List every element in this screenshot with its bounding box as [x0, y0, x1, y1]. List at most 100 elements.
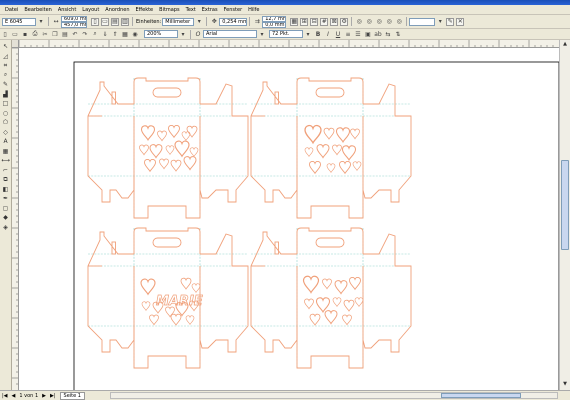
fill-tool-icon[interactable]: ◆ [1, 214, 10, 223]
paste-icon[interactable]: ▤ [61, 30, 69, 38]
last-page-icon[interactable]: ▶| [50, 393, 56, 399]
circle-icon[interactable]: ◎ [395, 18, 403, 26]
horizontal-ruler[interactable] [19, 40, 559, 48]
first-page-icon[interactable]: |◀ [2, 393, 8, 399]
import-icon[interactable]: ⇓ [101, 30, 109, 38]
corel-online-icon[interactable]: ◉ [131, 30, 139, 38]
dup-y-field[interactable]: 0,0 mm [262, 21, 287, 28]
menu-effekte[interactable]: Effekte [133, 5, 157, 15]
menu-bearbeiten[interactable]: Bearbeiten [21, 5, 54, 15]
nudge-field[interactable]: 0,254 mm [219, 17, 248, 26]
current-page-icon[interactable]: ▥ [121, 17, 129, 26]
menu-anordnen[interactable]: Anordnen [102, 5, 132, 15]
shape-tool-icon[interactable]: ◿ [1, 52, 10, 61]
freehand-tool-icon[interactable]: ✎ [1, 81, 10, 90]
bullet-icon[interactable]: ☰ [354, 30, 362, 38]
open-icon[interactable]: ▭ [11, 30, 19, 38]
horizontal-text-icon[interactable]: ⇆ [384, 30, 392, 38]
new-document-icon[interactable]: ▯ [1, 30, 9, 38]
launcher-icon[interactable]: ▦ [121, 30, 129, 38]
undo-icon[interactable]: ↶ [71, 30, 79, 38]
menu-datei[interactable]: Datei [2, 5, 21, 15]
crop-tool-icon[interactable]: ⌗ [1, 62, 10, 71]
ruler-corner[interactable] [12, 40, 19, 48]
scroll-thumb[interactable] [561, 160, 569, 250]
dropdown-arrow-icon[interactable]: ▾ [195, 18, 203, 26]
italic-icon[interactable]: I [324, 30, 332, 38]
print-icon[interactable]: ⎙ [31, 30, 39, 38]
polygon-tool-icon[interactable]: ⬠ [1, 119, 10, 128]
vertical-text-icon[interactable]: ⇅ [394, 30, 402, 38]
delete-icon[interactable]: ✕ [456, 17, 465, 26]
redo-icon[interactable]: ↷ [81, 30, 89, 38]
font-size-select[interactable]: 72 Pkt. [269, 30, 303, 38]
dropdown-arrow-icon[interactable]: ▾ [258, 30, 266, 38]
portrait-icon[interactable]: ▯ [91, 17, 99, 26]
bold-icon[interactable]: B [314, 30, 322, 38]
hscroll-thumb[interactable] [441, 393, 521, 398]
landscape-icon[interactable]: ▭ [101, 17, 109, 26]
dynamic-guides-icon[interactable]: ⊠ [330, 17, 339, 26]
scroll-up-icon[interactable]: ▲ [561, 40, 569, 48]
scroll-down-icon[interactable]: ▼ [561, 380, 569, 388]
dropcap-icon[interactable]: ▣ [364, 30, 372, 38]
table-tool-icon[interactable]: ▦ [1, 147, 10, 156]
next-page-icon[interactable]: ▶ [42, 393, 46, 399]
paper-size-select[interactable]: E 6045 [2, 17, 36, 26]
dropdown-arrow-icon[interactable]: ▾ [37, 18, 45, 26]
style-select[interactable] [409, 17, 436, 26]
underline-icon[interactable]: U [334, 30, 342, 38]
dropdown-arrow-icon[interactable]: ▾ [179, 30, 187, 38]
cut-icon[interactable]: ✂ [41, 30, 49, 38]
font-select[interactable]: Arial [203, 30, 257, 38]
circle-icon[interactable]: ◎ [365, 18, 373, 26]
basic-shapes-icon[interactable]: ◇ [1, 128, 10, 137]
dropdown-arrow-icon[interactable]: ▾ [436, 18, 444, 26]
connector-tool-icon[interactable]: ⌐ [1, 166, 10, 175]
treat-as-filled-icon[interactable]: ▦ [290, 17, 299, 26]
rectangle-tool-icon[interactable]: □ [1, 100, 10, 109]
blend-tool-icon[interactable]: ⧉ [1, 176, 10, 185]
vertical-ruler[interactable] [12, 48, 19, 390]
circle-icon[interactable]: ◎ [385, 18, 393, 26]
edit-text-icon[interactable]: ab [374, 30, 382, 38]
dimension-tool-icon[interactable]: ⟷ [1, 157, 10, 166]
options-icon[interactable]: ⚙ [340, 17, 349, 26]
ellipse-tool-icon[interactable]: ○ [1, 109, 10, 118]
circle-icon[interactable]: ◎ [355, 18, 363, 26]
edit-icon[interactable]: ✎ [446, 17, 455, 26]
search-icon[interactable]: ⌕ [91, 30, 99, 38]
prev-page-icon[interactable]: ◀ [12, 393, 16, 399]
horizontal-scrollbar[interactable] [110, 392, 558, 399]
snap-icon[interactable]: ⊞ [300, 17, 309, 26]
dropdown-arrow-icon[interactable]: ▾ [304, 30, 312, 38]
menu-text[interactable]: Text [183, 5, 199, 15]
align-icon[interactable]: ≡ [344, 30, 352, 38]
export-icon[interactable]: ⇑ [111, 30, 119, 38]
smart-fill-icon[interactable]: ▟ [1, 90, 10, 99]
text-tool-icon[interactable]: A [1, 138, 10, 147]
zoom-select[interactable]: 200% [144, 30, 178, 38]
guidelines-icon[interactable]: ⊟ [310, 17, 319, 26]
zoom-tool-icon[interactable]: ⌕ [1, 71, 10, 80]
interactive-fill-icon[interactable]: ◈ [1, 223, 10, 232]
drawing-canvas[interactable]: MARIE [19, 48, 559, 390]
page-height-field[interactable]: 457,0 mm [61, 21, 87, 28]
menu-fenster[interactable]: Fenster [221, 5, 246, 15]
transparency-tool-icon[interactable]: ◧ [1, 185, 10, 194]
menu-bitmaps[interactable]: Bitmaps [156, 5, 183, 15]
outline-tool-icon[interactable]: ▢ [1, 204, 10, 213]
page-tab[interactable]: Seite 1 [59, 391, 85, 400]
pick-tool-icon[interactable]: ↖ [1, 43, 10, 52]
menu-extras[interactable]: Extras [199, 5, 221, 15]
menu-ansicht[interactable]: Ansicht [55, 5, 79, 15]
menu-layout[interactable]: Layout [79, 5, 102, 15]
all-pages-icon[interactable]: ▤ [111, 17, 119, 26]
vertical-scrollbar[interactable]: ▲ ▼ [559, 40, 570, 390]
save-icon[interactable]: ▪ [21, 30, 29, 38]
eyedropper-tool-icon[interactable]: ✒ [1, 195, 10, 204]
circle-icon[interactable]: ◎ [375, 18, 383, 26]
menu-hilfe[interactable]: Hilfe [245, 5, 262, 15]
units-select[interactable]: Millimeter [162, 17, 195, 26]
copy-icon[interactable]: ❐ [51, 30, 59, 38]
